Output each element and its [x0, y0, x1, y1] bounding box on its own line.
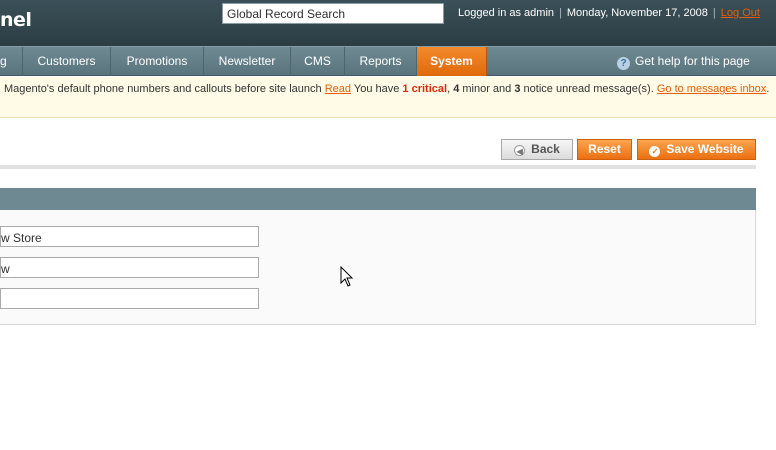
website-name-field[interactable]	[0, 226, 259, 247]
nav-item-system[interactable]: System	[417, 47, 487, 76]
nav-item-reports[interactable]: Reports	[345, 47, 417, 76]
reset-button[interactable]: Reset	[577, 139, 632, 160]
header-links: Logged in as admin | Monday, November 17, …	[458, 7, 760, 19]
notice-count: 3	[514, 83, 521, 95]
nav-item-promotions[interactable]: Promotions	[111, 47, 204, 76]
notice-text: Magento's default phone numbers and call…	[4, 83, 322, 95]
admin-header: nel Logged in as admin | Monday, November …	[0, 0, 776, 46]
website-form-fieldset	[0, 210, 756, 325]
save-button-label: Save Website	[666, 142, 744, 156]
help-link[interactable]: ? Get help for this page	[617, 54, 750, 70]
global-search-input[interactable]	[222, 3, 444, 24]
separator: |	[712, 7, 716, 19]
notification-bar: Magento's default phone numbers and call…	[0, 77, 776, 118]
nav-item-catalog[interactable]: g	[0, 47, 23, 76]
content-divider	[0, 165, 756, 169]
help-icon: ?	[617, 57, 630, 70]
notification-message: Magento's default phone numbers and call…	[4, 83, 770, 95]
help-label: Get help for this page	[635, 54, 750, 68]
nav-item-customers[interactable]: Customers	[23, 47, 111, 76]
mouse-cursor-icon	[340, 266, 354, 287]
notice-end: .	[766, 83, 770, 95]
sort-order-field[interactable]	[0, 288, 259, 309]
minor-text: minor and	[462, 83, 512, 95]
back-button-label: Back	[531, 142, 560, 156]
back-arrow-icon: ◀	[514, 145, 526, 156]
main-nav: g Customers Promotions Newsletter CMS Re…	[0, 46, 776, 76]
you-have-text: You have	[353, 83, 400, 95]
save-website-button[interactable]: ✓ Save Website	[637, 139, 756, 160]
nav-item-cms[interactable]: CMS	[291, 47, 345, 76]
minor-count: 4	[453, 83, 460, 95]
nav-item-newsletter[interactable]: Newsletter	[204, 47, 291, 76]
fieldset-header	[0, 188, 756, 210]
messages-inbox-link[interactable]: Go to messages inbox	[657, 83, 766, 95]
back-button[interactable]: ◀ Back	[501, 139, 573, 160]
read-link[interactable]: Read	[325, 83, 351, 95]
critical-count: 1 critical	[402, 83, 448, 95]
separator: |	[559, 7, 562, 19]
reset-button-label: Reset	[588, 142, 621, 156]
current-date: Monday, November 17, 2008	[566, 7, 708, 19]
website-code-field[interactable]	[0, 257, 259, 278]
logout-link[interactable]: Log Out	[721, 7, 760, 19]
notice-count-text: notice unread message(s).	[523, 83, 654, 95]
logo: nel	[0, 9, 32, 31]
checkmark-icon: ✓	[649, 146, 661, 157]
logged-in-text: Logged in as admin	[458, 7, 555, 19]
